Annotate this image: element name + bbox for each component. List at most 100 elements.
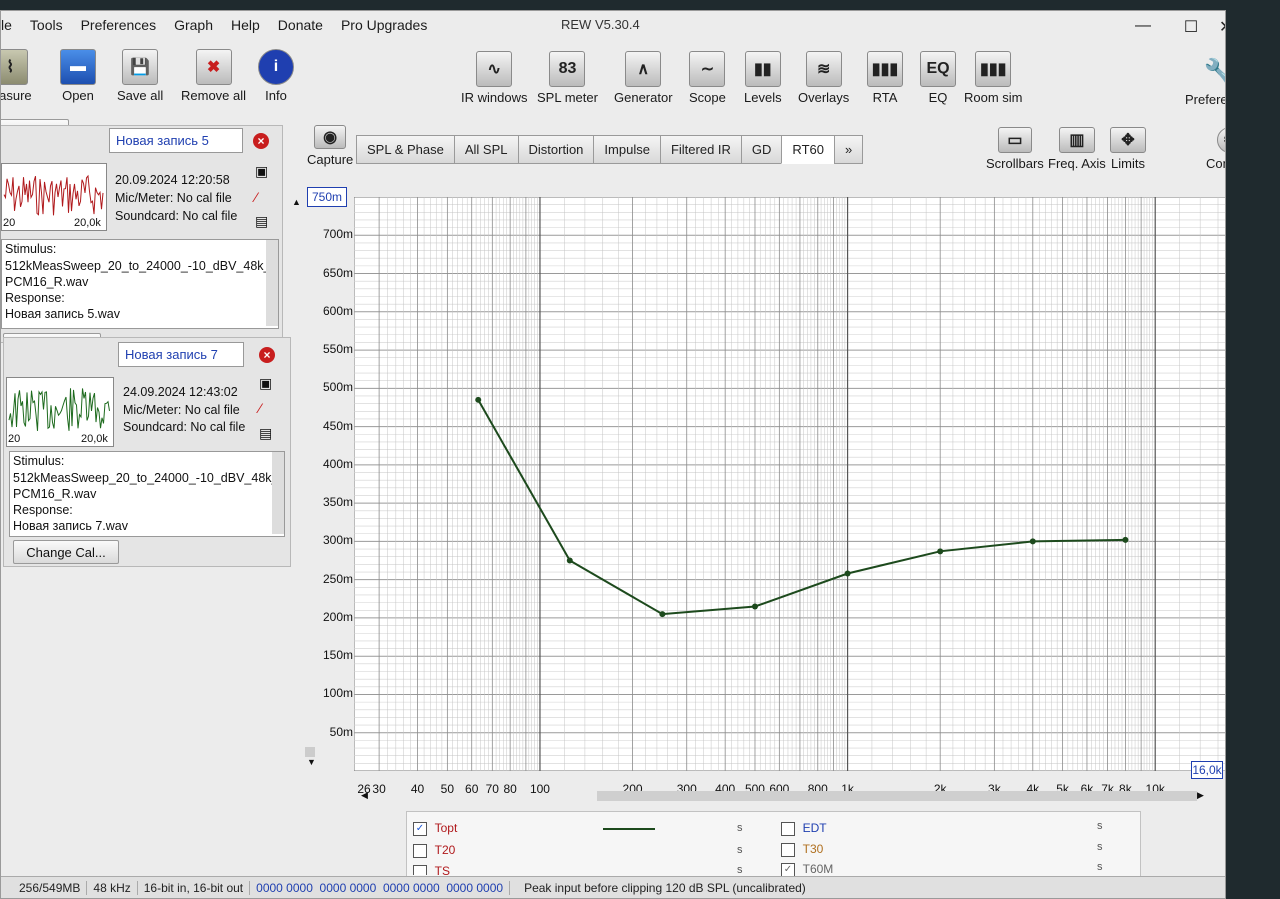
controls-button[interactable]: ⚙ Controls [1206,127,1225,171]
x-tick-label: 60 [465,782,479,796]
measure-button[interactable]: ⌇ leasure [1,49,32,103]
edit-icon[interactable]: ⁄ [259,400,261,416]
topt-checkbox[interactable]: ✓ [413,821,427,836]
legend-row-t60m[interactable]: ✓ T60M [781,861,833,877]
notes-icon[interactable]: ▤ [255,213,268,230]
menu-file[interactable]: le [1,17,21,33]
folder-icon: ▬ [60,49,96,85]
limits-icon: ✥ [1110,127,1146,153]
maximize-icon[interactable]: ☐ [1171,17,1211,37]
save-recording-icon[interactable]: ▣ [259,375,272,392]
scrollbars-button[interactable]: ▭ Scrollbars [986,127,1044,171]
tab-impulse[interactable]: Impulse [593,135,661,164]
legend-row-ts[interactable]: TS [413,863,450,875]
x-tick-label: 80 [503,782,517,796]
save-all-button[interactable]: 💾 Save all [117,49,163,103]
recording-thumbnail-1[interactable]: 20 20,0k [1,163,107,231]
rew-window: le Tools Preferences Graph Help Donate P… [0,10,1226,899]
remove-all-button[interactable]: ✖ Remove all [181,49,246,103]
data-point [475,396,482,403]
y-top-limit-field[interactable]: 750m [307,187,347,207]
bit-depth-status: 16-bit in, 16-bit out [138,881,251,895]
spl-meter-icon: 83 [549,51,586,87]
generator-button[interactable]: ∧ Generator [614,51,673,105]
room-sim-button[interactable]: ▮▮▮ Room sim [964,51,1023,105]
x-tick-label: 70 [485,782,499,796]
x-scroll-right-icon[interactable]: ▶ [1197,790,1204,801]
rta-button[interactable]: ▮▮▮ RTA [867,51,903,105]
menu-graph[interactable]: Graph [165,17,222,33]
t60m-checkbox[interactable]: ✓ [781,862,795,877]
edit-icon[interactable]: ⁄ [255,189,257,205]
notes-scrollbar[interactable] [266,240,278,326]
menu-pro-upgrades[interactable]: Pro Upgrades [332,17,436,33]
ir-windows-button[interactable]: ∿ IR windows [461,51,527,105]
limits-button[interactable]: ✥ Limits [1110,127,1146,171]
y-scroll-thumb[interactable] [305,747,315,757]
close-icon[interactable]: ✕ [1219,17,1225,37]
tab-spl-phase[interactable]: SPL & Phase [356,135,455,164]
save-recording-icon[interactable]: ▣ [255,163,268,180]
thumb-right-label: 20,0k [81,433,108,445]
mic-cal-text: Mic/Meter: No cal file [115,191,232,205]
edt-checkbox[interactable] [781,821,795,836]
change-cal-button[interactable]: Change Cal... [13,540,119,564]
levels-icon: ▮▮ [744,51,781,87]
minimize-icon[interactable]: — [1123,17,1163,35]
notes-icon[interactable]: ▤ [259,425,272,442]
x-end-limit-field[interactable]: 16,0k [1191,761,1223,779]
scope-button[interactable]: ∼ Scope [689,51,726,105]
tab-rt60[interactable]: RT60 [781,135,835,164]
menu-bar: le Tools Preferences Graph Help Donate P… [1,13,436,37]
recording-name-2[interactable]: Новая запись 7 [118,342,244,367]
legend-row-topt[interactable]: ✓ Topt [413,820,457,836]
tab-gd[interactable]: GD [740,135,783,164]
ts-checkbox[interactable] [413,864,427,875]
y-tick-label: 700m [322,227,353,242]
legend-row-t20[interactable]: T20 [413,842,455,858]
camera-icon: ◉ [314,125,347,149]
x-scroll-thumb[interactable] [597,791,1197,801]
menu-tools[interactable]: Tools [21,17,72,33]
y-tick-label: 550m [322,342,353,357]
freq-axis-button[interactable]: ▥ Freq. Axis [1048,127,1106,171]
y-tick-label: 350m [322,495,353,510]
info-icon: i [258,49,294,85]
recording-notes-1[interactable]: Stimulus: 512kMeasSweep_20_to_24000_-10_… [1,239,279,329]
open-button[interactable]: ▬ Open [60,49,96,103]
scope-icon: ∼ [689,51,726,87]
overlays-button[interactable]: ≋ Overlays [798,51,849,105]
recording-name-1[interactable]: Новая запись 5 [109,128,243,153]
sample-rate-status: 48 kHz [87,881,138,895]
tab-distortion[interactable]: Distortion [517,135,595,164]
legend-row-edt[interactable]: EDT [781,820,827,836]
legend-row-t30[interactable]: T30 [781,841,823,857]
spl-meter-button[interactable]: 83 SPL meter [537,51,598,105]
remove-icon: ✖ [195,49,232,85]
levels-button[interactable]: ▮▮ Levels [744,51,782,105]
recording-thumbnail-2[interactable]: 20 20,0k [6,377,114,447]
t30-checkbox[interactable] [781,842,795,857]
notes-scrollbar[interactable] [272,452,284,534]
menu-donate[interactable]: Donate [269,17,332,33]
tab-more[interactable]: » [833,135,864,164]
eq-button[interactable]: EQ EQ [920,51,956,105]
y-tick-label: 150m [322,648,353,663]
remove-recording-icon[interactable]: × [259,347,275,363]
tab-all-spl[interactable]: All SPL [453,135,519,164]
recording-notes-2[interactable]: Stimulus: 512kMeasSweep_20_to_24000_-10_… [9,451,285,537]
x-scroll-left-icon[interactable]: ◀ [361,790,368,801]
info-button[interactable]: i Info [258,49,294,103]
y-scroll-down-icon[interactable]: ▼ [307,757,316,767]
recording-date: 24.09.2024 12:43:02 [123,385,238,399]
menu-preferences[interactable]: Preferences [72,17,165,33]
preferences-button[interactable]: 🔧 Preferences [1185,55,1225,108]
scrollbars-icon: ▭ [997,127,1032,153]
y-scroll-up-icon[interactable]: ▲ [292,197,301,207]
tab-filtered-ir[interactable]: Filtered IR [659,135,742,164]
rt60-plot[interactable] [354,197,1226,771]
t20-checkbox[interactable] [413,843,427,858]
capture-button[interactable]: ◉ Capture [307,125,353,167]
remove-recording-icon[interactable]: × [253,133,269,149]
menu-help[interactable]: Help [222,17,269,33]
